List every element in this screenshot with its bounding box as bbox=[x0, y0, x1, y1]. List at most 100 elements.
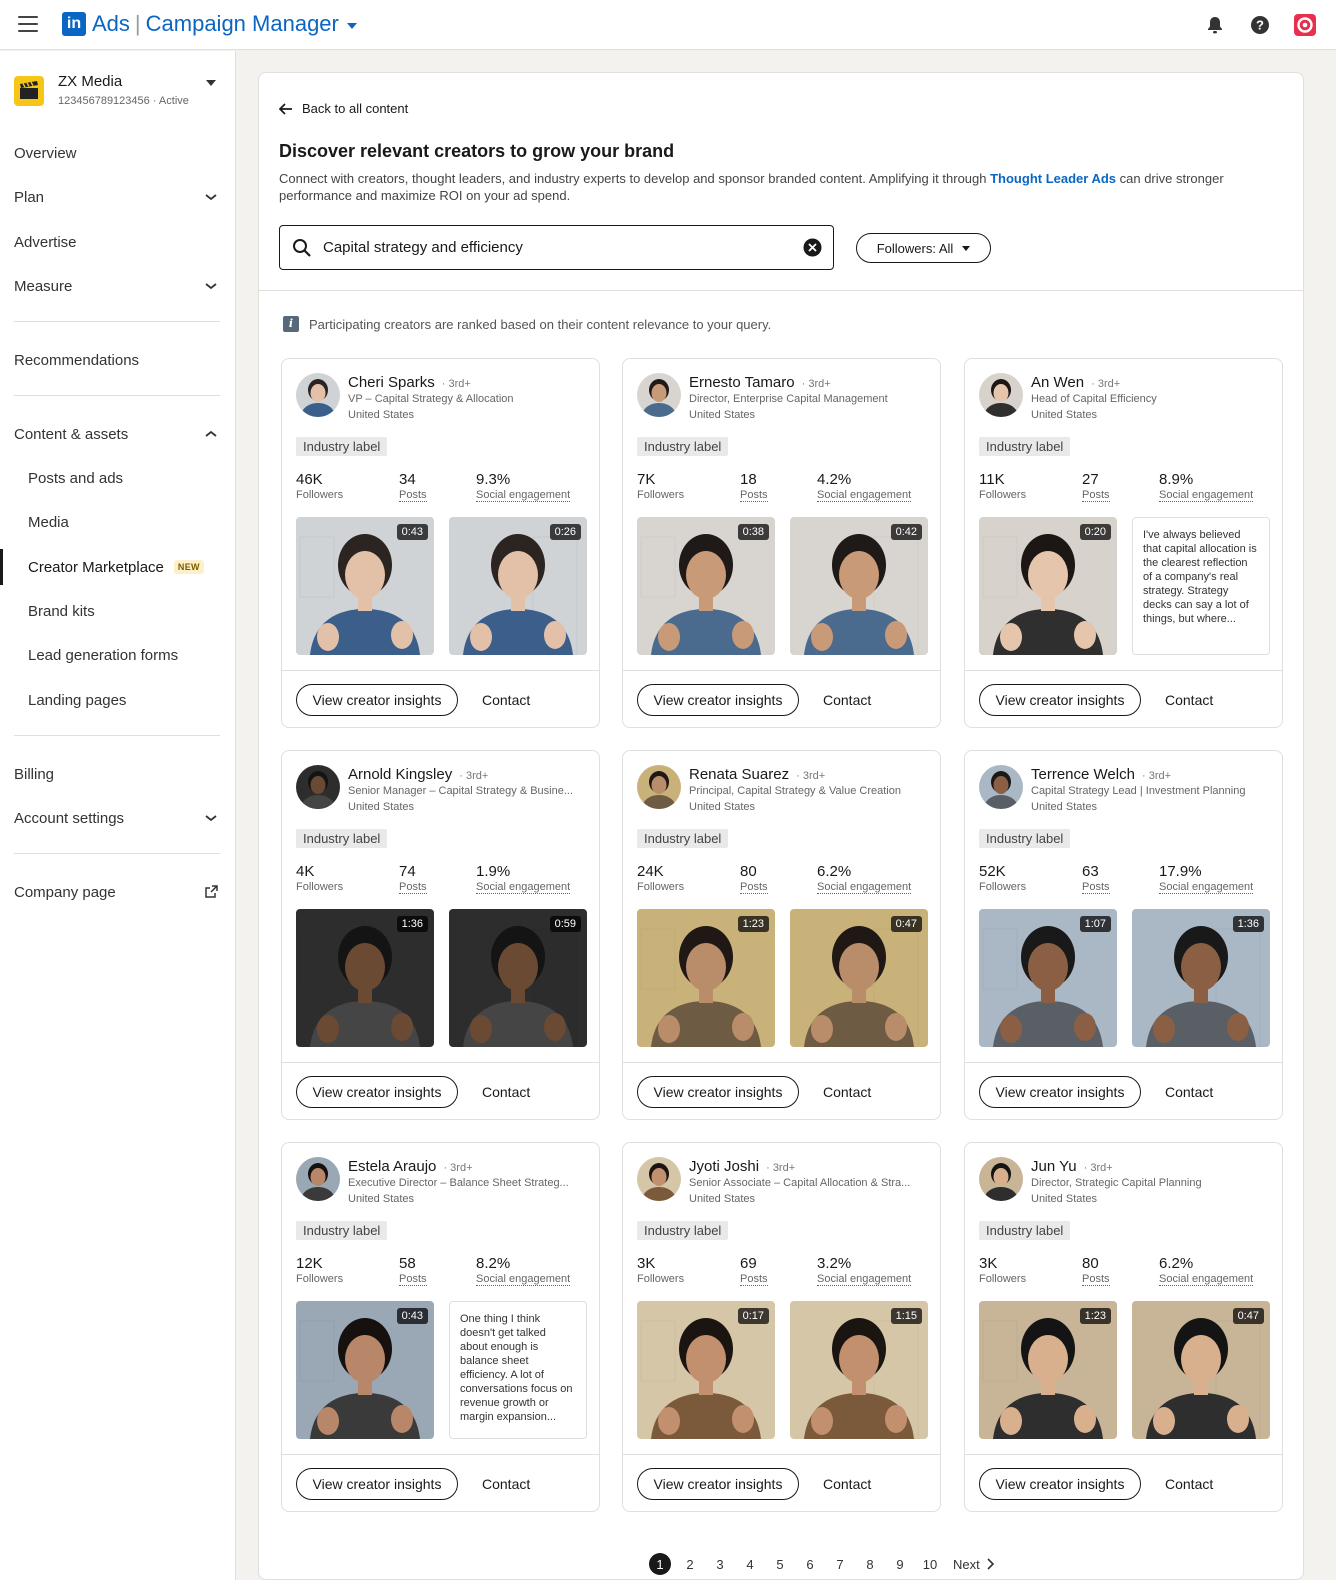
page-8-button[interactable]: 8 bbox=[855, 1553, 885, 1575]
avatar[interactable] bbox=[979, 1157, 1023, 1201]
search-input[interactable] bbox=[323, 226, 793, 268]
creator-name[interactable]: Arnold Kingsley bbox=[348, 766, 452, 783]
followers-filter[interactable]: Followers: All bbox=[856, 233, 991, 263]
nav-creator-marketplace[interactable]: Creator Marketplace NEW bbox=[0, 549, 236, 585]
contact-button[interactable]: Contact bbox=[1165, 1476, 1213, 1492]
creator-name[interactable]: Estela Araujo bbox=[348, 1158, 436, 1175]
next-page-button[interactable]: Next bbox=[953, 1557, 994, 1572]
view-creator-insights-button[interactable]: View creator insights bbox=[296, 1076, 458, 1108]
page-1-button[interactable]: 1 bbox=[649, 1553, 671, 1575]
thought-leader-ads-link[interactable]: Thought Leader Ads bbox=[990, 171, 1116, 186]
nav-measure[interactable]: Measure bbox=[0, 268, 236, 304]
view-creator-insights-button[interactable]: View creator insights bbox=[979, 1076, 1141, 1108]
nav-media[interactable]: Media bbox=[0, 504, 236, 540]
creator-name[interactable]: Cheri Sparks bbox=[348, 374, 435, 391]
contact-button[interactable]: Contact bbox=[1165, 692, 1213, 708]
creator-name[interactable]: Ernesto Tamaro bbox=[689, 374, 795, 391]
contact-button[interactable]: Contact bbox=[482, 1084, 530, 1100]
posts-stat[interactable]: 69 Posts bbox=[740, 1255, 768, 1286]
nav-content-assets[interactable]: Content & assets bbox=[0, 416, 236, 452]
video-thumbnail[interactable]: 0:26 bbox=[449, 517, 587, 655]
page-7-button[interactable]: 7 bbox=[825, 1553, 855, 1575]
page-6-button[interactable]: 6 bbox=[795, 1553, 825, 1575]
nav-landing-pages[interactable]: Landing pages bbox=[0, 682, 236, 718]
engagement-stat[interactable]: 1.9% Social engagement bbox=[476, 863, 571, 894]
posts-stat[interactable]: 63 Posts bbox=[1082, 863, 1110, 894]
engagement-stat[interactable]: 4.2% Social engagement bbox=[817, 471, 912, 502]
posts-stat[interactable]: 74 Posts bbox=[399, 863, 427, 894]
video-thumbnail[interactable]: 0:47 bbox=[790, 909, 928, 1047]
nav-recommendations[interactable]: Recommendations bbox=[0, 342, 236, 378]
avatar[interactable] bbox=[979, 373, 1023, 417]
bell-icon[interactable] bbox=[1202, 12, 1228, 38]
profile-icon[interactable] bbox=[1292, 12, 1318, 38]
video-thumbnail[interactable]: 1:36 bbox=[296, 909, 434, 1047]
view-creator-insights-button[interactable]: View creator insights bbox=[637, 684, 799, 716]
post-text-preview[interactable]: One thing I think doesn't get talked abo… bbox=[449, 1301, 587, 1439]
contact-button[interactable]: Contact bbox=[823, 1084, 871, 1100]
view-creator-insights-button[interactable]: View creator insights bbox=[979, 1468, 1141, 1500]
video-thumbnail[interactable]: 1:07 bbox=[979, 909, 1117, 1047]
avatar[interactable] bbox=[296, 1157, 340, 1201]
clear-icon[interactable] bbox=[803, 238, 822, 257]
creator-name[interactable]: Jun Yu bbox=[1031, 1158, 1077, 1175]
posts-stat[interactable]: 27 Posts bbox=[1082, 471, 1110, 502]
page-3-button[interactable]: 3 bbox=[705, 1553, 735, 1575]
page-5-button[interactable]: 5 bbox=[765, 1553, 795, 1575]
video-thumbnail[interactable]: 1:15 bbox=[790, 1301, 928, 1439]
avatar[interactable] bbox=[296, 373, 340, 417]
video-thumbnail[interactable]: 1:23 bbox=[637, 909, 775, 1047]
nav-plan[interactable]: Plan bbox=[0, 179, 236, 215]
avatar[interactable] bbox=[296, 765, 340, 809]
creator-name[interactable]: Renata Suarez bbox=[689, 766, 789, 783]
posts-stat[interactable]: 80 Posts bbox=[740, 863, 768, 894]
contact-button[interactable]: Contact bbox=[482, 1476, 530, 1492]
view-creator-insights-button[interactable]: View creator insights bbox=[296, 684, 458, 716]
view-creator-insights-button[interactable]: View creator insights bbox=[979, 684, 1141, 716]
posts-stat[interactable]: 80 Posts bbox=[1082, 1255, 1110, 1286]
nav-overview[interactable]: Overview bbox=[0, 135, 236, 171]
engagement-stat[interactable]: 8.2% Social engagement bbox=[476, 1255, 571, 1286]
post-text-preview[interactable]: I've always believed that capital alloca… bbox=[1132, 517, 1270, 655]
posts-stat[interactable]: 58 Posts bbox=[399, 1255, 427, 1286]
nav-brand-kits[interactable]: Brand kits bbox=[0, 593, 236, 629]
avatar[interactable] bbox=[637, 765, 681, 809]
nav-advertise[interactable]: Advertise bbox=[0, 224, 236, 260]
nav-billing[interactable]: Billing bbox=[0, 756, 236, 792]
nav-company-page[interactable]: Company page bbox=[0, 874, 236, 910]
video-thumbnail[interactable]: 1:23 bbox=[979, 1301, 1117, 1439]
creator-name[interactable]: An Wen bbox=[1031, 374, 1084, 391]
page-9-button[interactable]: 9 bbox=[885, 1553, 915, 1575]
creator-name[interactable]: Terrence Welch bbox=[1031, 766, 1135, 783]
creator-name[interactable]: Jyoti Joshi bbox=[689, 1158, 759, 1175]
video-thumbnail[interactable]: 0:42 bbox=[790, 517, 928, 655]
video-thumbnail[interactable]: 0:43 bbox=[296, 517, 434, 655]
engagement-stat[interactable]: 6.2% Social engagement bbox=[817, 863, 912, 894]
video-thumbnail[interactable]: 0:59 bbox=[449, 909, 587, 1047]
video-thumbnail[interactable]: 0:43 bbox=[296, 1301, 434, 1439]
nav-lead-gen-forms[interactable]: Lead generation forms bbox=[0, 637, 236, 673]
view-creator-insights-button[interactable]: View creator insights bbox=[637, 1076, 799, 1108]
page-10-button[interactable]: 10 bbox=[915, 1553, 945, 1575]
posts-stat[interactable]: 34 Posts bbox=[399, 471, 427, 502]
view-creator-insights-button[interactable]: View creator insights bbox=[296, 1468, 458, 1500]
back-link[interactable]: Back to all content bbox=[279, 101, 408, 116]
video-thumbnail[interactable]: 0:17 bbox=[637, 1301, 775, 1439]
engagement-stat[interactable]: 8.9% Social engagement bbox=[1159, 471, 1254, 502]
video-thumbnail[interactable]: 0:20 bbox=[979, 517, 1117, 655]
video-thumbnail[interactable]: 1:36 bbox=[1132, 909, 1270, 1047]
contact-button[interactable]: Contact bbox=[1165, 1084, 1213, 1100]
contact-button[interactable]: Contact bbox=[482, 692, 530, 708]
help-icon[interactable]: ? bbox=[1247, 12, 1273, 38]
video-thumbnail[interactable]: 0:47 bbox=[1132, 1301, 1270, 1439]
avatar[interactable] bbox=[637, 373, 681, 417]
nav-account-settings[interactable]: Account settings bbox=[0, 800, 236, 836]
contact-button[interactable]: Contact bbox=[823, 692, 871, 708]
app-switcher[interactable]: in Ads | Campaign Manager bbox=[62, 11, 357, 37]
video-thumbnail[interactable]: 0:38 bbox=[637, 517, 775, 655]
page-2-button[interactable]: 2 bbox=[675, 1553, 705, 1575]
view-creator-insights-button[interactable]: View creator insights bbox=[637, 1468, 799, 1500]
engagement-stat[interactable]: 3.2% Social engagement bbox=[817, 1255, 912, 1286]
engagement-stat[interactable]: 6.2% Social engagement bbox=[1159, 1255, 1254, 1286]
avatar[interactable] bbox=[637, 1157, 681, 1201]
